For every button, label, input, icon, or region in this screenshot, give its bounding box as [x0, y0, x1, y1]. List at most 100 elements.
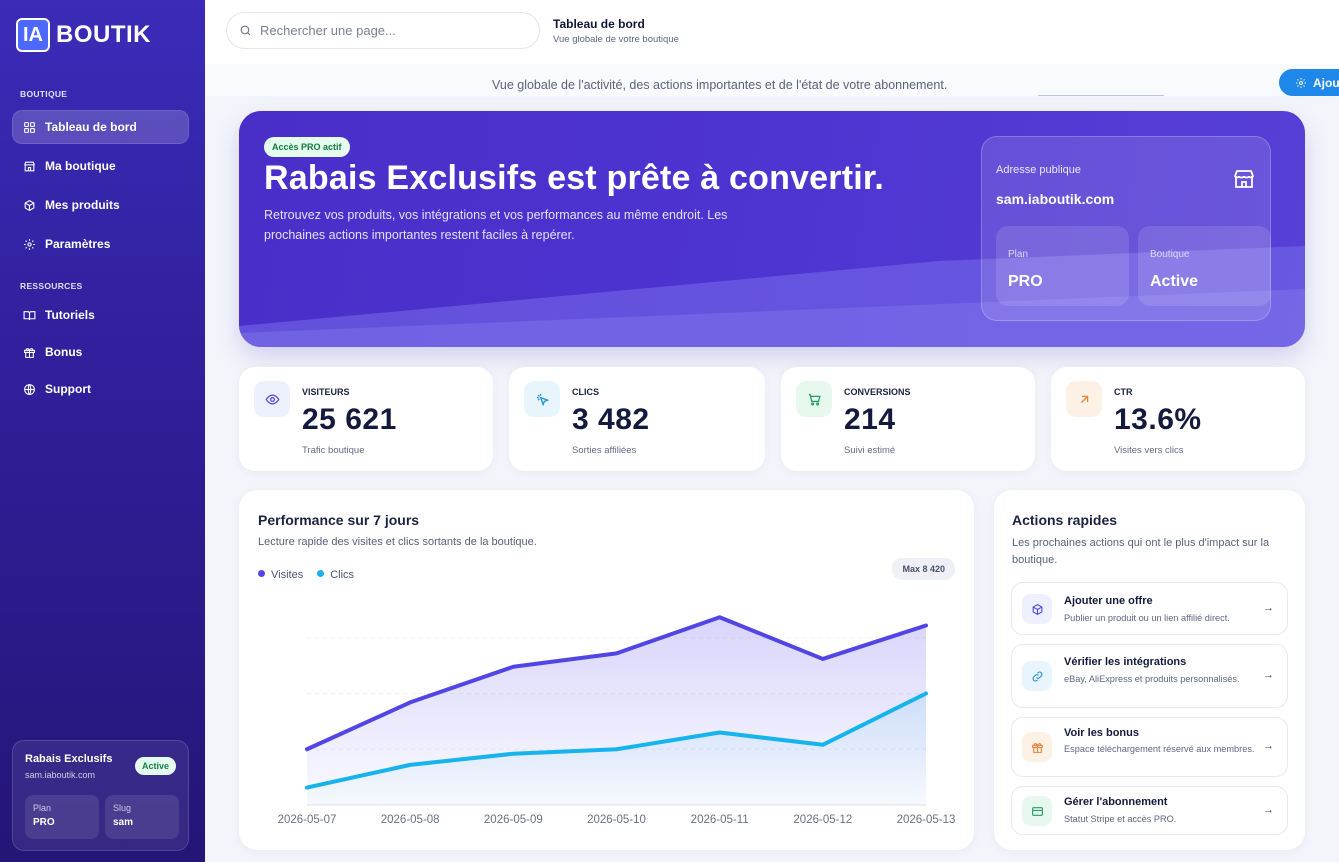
- action-title: Gérer l'abonnement: [1064, 796, 1168, 808]
- sidebar-item-label: Mes produits: [45, 198, 120, 212]
- action-bonus[interactable]: Voir les bonus Espace téléchargement rés…: [1011, 717, 1288, 777]
- sidebar: IA BOUTIK BOUTIQUE Tableau de bord Ma bo…: [0, 0, 205, 862]
- performance-chart: 2026-05-07 2026-05-08 2026-05-09 2026-05-10…: [278, 615, 956, 826]
- divider: [1038, 95, 1164, 96]
- status-badge: Active: [134, 757, 176, 775]
- stat-card-clics: CLICS 3 482 Sorties affiliées: [509, 367, 765, 471]
- store-icon: [1232, 167, 1256, 191]
- x-tick-label: 2026-05-12: [793, 814, 852, 826]
- sidebar-item-support[interactable]: Support: [12, 372, 189, 406]
- gift-icon: [1022, 732, 1052, 762]
- sidebar-item-tutoriels[interactable]: Tutoriels: [12, 298, 189, 332]
- x-tick-label: 2026-05-11: [691, 814, 749, 826]
- sidebar-item-label: Bonus: [45, 345, 83, 359]
- stat-sub: Sorties affiliées: [572, 445, 637, 456]
- gift-icon: [24, 347, 35, 358]
- address-label: Adresse publique: [996, 164, 1082, 176]
- sidebar-item-mes-produits[interactable]: Mes produits: [12, 188, 189, 222]
- add-button[interactable]: Ajou: [1279, 69, 1339, 96]
- slug-value: sam: [113, 817, 134, 828]
- stat-value: 25 621: [302, 403, 397, 436]
- search-box[interactable]: [226, 12, 540, 49]
- actions-description: Les prochaines actions qui ont le plus d…: [1012, 537, 1270, 566]
- action-sub: Espace téléchargement réservé aux membre…: [1064, 744, 1255, 754]
- action-integrations[interactable]: Vérifier les intégrations eBay, AliExpre…: [1011, 644, 1288, 708]
- stat-label: CLICS: [572, 387, 599, 397]
- sidebar-item-ma-boutique[interactable]: Ma boutique: [12, 149, 189, 183]
- x-tick-label: 2026-05-13: [897, 814, 956, 826]
- gear-icon: [1296, 77, 1306, 88]
- arrow-right-icon: →: [1263, 669, 1274, 681]
- stat-card-visiteurs: VISITEURS 25 621 Trafic boutique: [239, 367, 493, 471]
- sidebar-item-label: Ma boutique: [45, 159, 116, 173]
- x-tick-label: 2026-05-09: [484, 814, 543, 826]
- plan-card: Plan PRO: [996, 226, 1129, 306]
- cube-icon: [1022, 594, 1052, 624]
- box-icon: [24, 199, 35, 211]
- arrow-right-icon: →: [1263, 602, 1274, 614]
- shop-label: Boutique: [1150, 249, 1190, 260]
- card-icon: [1022, 796, 1052, 826]
- search-icon: [240, 25, 251, 36]
- overview-text: Vue globale de l'activité, des actions i…: [492, 78, 948, 92]
- stat-value: 13.6%: [1114, 403, 1202, 436]
- book-icon: [23, 310, 36, 320]
- section-boutique: BOUTIQUE: [20, 89, 68, 99]
- hero-description: Retrouvez vos produits, vos intégrations…: [264, 208, 728, 242]
- shop-value: Active: [1150, 273, 1199, 290]
- stat-sub: Trafic boutique: [302, 445, 365, 456]
- sidebar-item-label: Support: [45, 382, 91, 396]
- sidebar-item-bonus[interactable]: Bonus: [12, 335, 189, 369]
- action-sub: eBay, AliExpress et produits personnalis…: [1064, 674, 1240, 684]
- stat-sub: Visites vers clics: [1114, 445, 1184, 456]
- x-tick-label: 2026-05-08: [381, 814, 440, 826]
- plan-value: PRO: [1008, 273, 1043, 290]
- action-add-offer[interactable]: Ajouter une offre Publier un produit ou …: [1011, 582, 1288, 635]
- click-icon: [524, 381, 560, 417]
- pro-badge: Accès PRO actif: [264, 137, 350, 157]
- store-icon: [24, 161, 35, 171]
- sidebar-item-parametres[interactable]: Paramètres: [12, 227, 189, 261]
- link-icon: [1022, 661, 1052, 691]
- sidebar-item-label: Paramètres: [45, 237, 111, 251]
- plan-value: PRO: [33, 817, 55, 828]
- performance-card: Performance sur 7 jours Lecture rapide d…: [239, 490, 974, 850]
- x-tick-label: 2026-05-07: [278, 814, 337, 826]
- hero-banner: Accès PRO actif Rabais Exclusifs est prê…: [239, 111, 1305, 347]
- brand-logo[interactable]: IA BOUTIK: [16, 18, 151, 52]
- stat-value: 3 482: [572, 403, 650, 436]
- topbar: Tableau de bord Vue globale de votre bou…: [205, 0, 1339, 64]
- shop-status-card: Boutique Active: [1138, 226, 1271, 306]
- add-button-label: Ajou: [1313, 75, 1339, 90]
- store-card: Rabais Exclusifs sam.iaboutik.com Active…: [12, 740, 189, 851]
- actions-title: Actions rapides: [1012, 512, 1118, 528]
- store-card-plan: Plan PRO: [25, 795, 99, 839]
- address-url[interactable]: sam.iaboutik.com: [996, 191, 1114, 207]
- subtitle-bar: Vue globale de l'activité, des actions i…: [205, 64, 1339, 96]
- sidebar-item-label: Tableau de bord: [45, 120, 137, 134]
- search-input[interactable]: [260, 23, 520, 38]
- logo-text: BOUTIK: [56, 21, 151, 48]
- cart-icon: [796, 381, 832, 417]
- plan-label: Plan: [33, 803, 52, 813]
- stat-label: CONVERSIONS: [844, 387, 911, 397]
- sidebar-item-dashboard[interactable]: Tableau de bord: [12, 110, 189, 144]
- page-subtitle: Vue globale de votre boutique: [553, 34, 679, 45]
- sidebar-item-label: Tutoriels: [45, 308, 95, 322]
- action-title: Ajouter une offre: [1064, 595, 1153, 607]
- globe-icon: [24, 383, 35, 395]
- stat-value: 214: [844, 403, 896, 436]
- plan-label: Plan: [1008, 249, 1029, 260]
- action-subscription[interactable]: Gérer l'abonnement Statut Stripe et accè…: [1011, 786, 1288, 835]
- stat-card-conversions: CONVERSIONS 214 Suivi estimé: [781, 367, 1035, 471]
- action-sub: Publier un produit ou un lien affilié di…: [1064, 613, 1230, 623]
- stat-label: VISITEURS: [302, 387, 350, 397]
- x-tick-label: 2026-05-10: [587, 814, 646, 826]
- grid-icon: [24, 121, 35, 133]
- hero-title: Rabais Exclusifs est prête à convertir.: [264, 159, 885, 197]
- action-title: Vérifier les intégrations: [1064, 656, 1187, 668]
- quick-actions-card: Actions rapides Les prochaines actions q…: [994, 490, 1305, 850]
- arrow-right-icon: →: [1263, 740, 1274, 752]
- section-ressources: RESSOURCES: [20, 281, 83, 291]
- gear-icon: [24, 238, 35, 250]
